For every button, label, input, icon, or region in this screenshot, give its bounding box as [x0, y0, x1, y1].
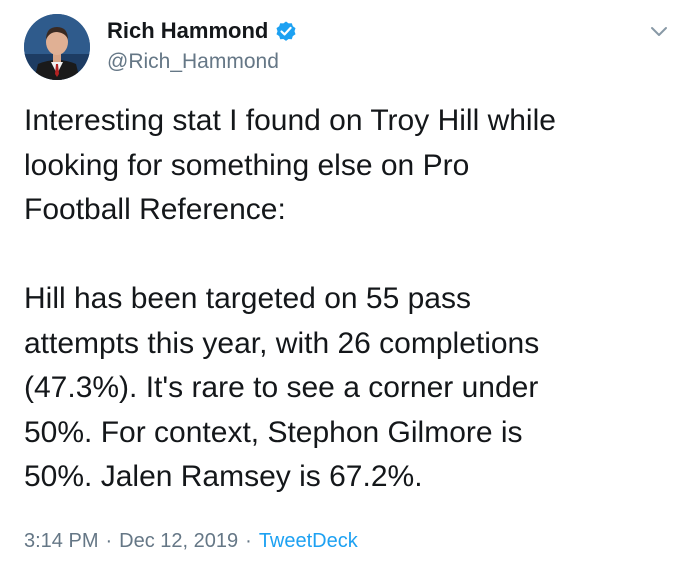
- meta-separator: ·: [105, 530, 113, 552]
- avatar[interactable]: [24, 14, 90, 80]
- tweet-card: Rich Hammond @Rich_Hammond Interesting s…: [0, 0, 700, 571]
- author-block: Rich Hammond @Rich_Hammond: [107, 16, 298, 74]
- tweet-date[interactable]: Dec 12, 2019: [119, 530, 238, 553]
- name-row: Rich Hammond: [107, 16, 298, 46]
- tweet-text: Interesting stat I found on Troy Hill wh…: [24, 99, 684, 500]
- tweet-paragraph: Hill has been targeted on 55 pass attemp…: [24, 282, 540, 493]
- display-name[interactable]: Rich Hammond: [107, 18, 268, 44]
- tweet-time[interactable]: 3:14 PM: [24, 530, 98, 553]
- avatar-image: [24, 14, 90, 80]
- tweet-paragraph: Interesting stat I found on Troy Hill wh…: [24, 104, 556, 226]
- user-handle[interactable]: @Rich_Hammond: [107, 50, 298, 74]
- verified-badge-icon: [274, 19, 298, 43]
- meta-separator: ·: [245, 530, 252, 552]
- chevron-down-icon[interactable]: [648, 20, 670, 42]
- tweet-meta: 3:14 PM · Dec 12, 2019 · TweetDeck: [24, 530, 358, 553]
- tweet-source-link[interactable]: TweetDeck: [259, 530, 358, 553]
